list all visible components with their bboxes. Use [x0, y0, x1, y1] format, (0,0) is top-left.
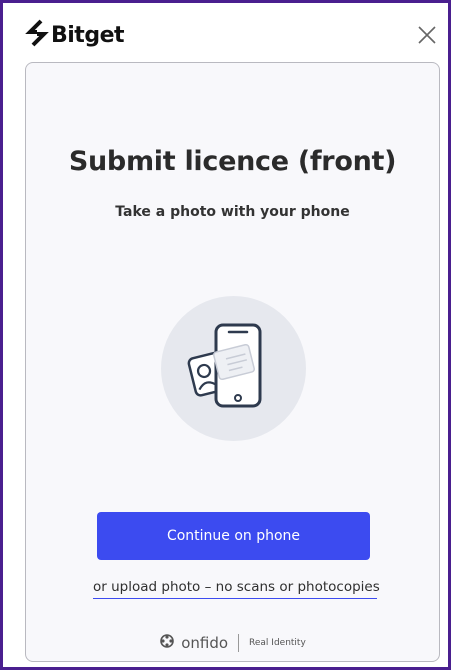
footer-divider: [238, 634, 240, 652]
dialog-window: Bitget Submit licence (front) Take a pho…: [3, 3, 448, 667]
phone-with-id-card-icon: [161, 296, 306, 441]
page-subtitle: Take a photo with your phone: [115, 204, 350, 220]
close-button[interactable]: [415, 23, 439, 47]
provider-tagline: Real Identity: [249, 638, 306, 648]
continue-on-phone-button[interactable]: Continue on phone: [97, 512, 370, 560]
provider-footer: onfido Real Identity: [26, 631, 439, 655]
verification-panel: Submit licence (front) Take a photo with…: [25, 62, 440, 662]
brand-logo: Bitget: [25, 19, 125, 51]
close-icon: [418, 26, 436, 44]
onfido-logo-icon: [159, 633, 175, 653]
brand-name: Bitget: [51, 22, 125, 48]
page-title: Submit licence (front): [68, 146, 397, 177]
upload-photo-link[interactable]: or upload photo – no scans or photocopie…: [93, 579, 380, 599]
provider-name: onfido: [181, 634, 229, 652]
bitget-logo-icon: [25, 19, 49, 51]
